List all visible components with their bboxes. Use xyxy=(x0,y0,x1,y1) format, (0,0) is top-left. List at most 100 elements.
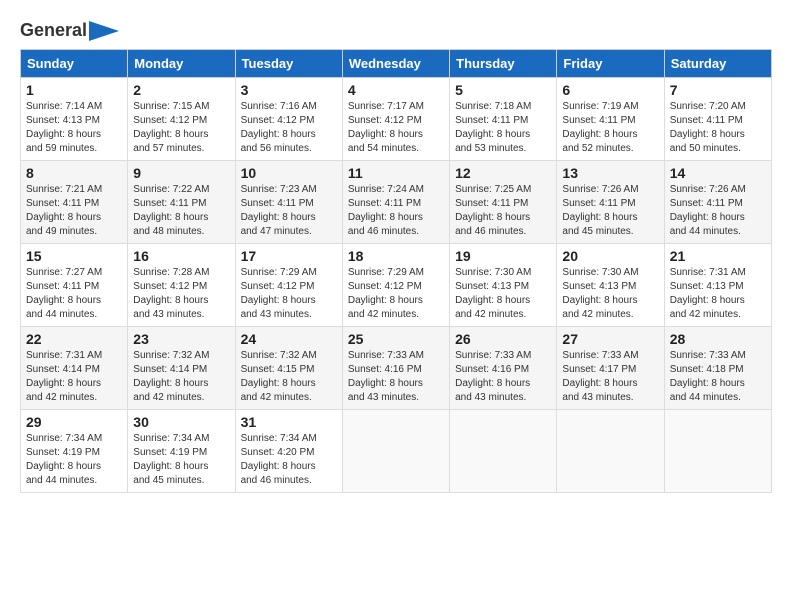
col-header-tuesday: Tuesday xyxy=(235,50,342,78)
calendar-cell: 19 Sunrise: 7:30 AMSunset: 4:13 PMDaylig… xyxy=(450,244,557,327)
day-number: 25 xyxy=(348,331,444,347)
calendar-cell xyxy=(557,410,664,493)
day-number: 30 xyxy=(133,414,229,430)
calendar-cell: 23 Sunrise: 7:32 AMSunset: 4:14 PMDaylig… xyxy=(128,327,235,410)
day-info: Sunrise: 7:33 AMSunset: 4:16 PMDaylight:… xyxy=(348,349,444,405)
day-number: 1 xyxy=(26,82,122,98)
day-number: 2 xyxy=(133,82,229,98)
calendar-cell: 24 Sunrise: 7:32 AMSunset: 4:15 PMDaylig… xyxy=(235,327,342,410)
day-info: Sunrise: 7:19 AMSunset: 4:11 PMDaylight:… xyxy=(562,100,658,156)
day-number: 26 xyxy=(455,331,551,347)
day-info: Sunrise: 7:20 AMSunset: 4:11 PMDaylight:… xyxy=(670,100,766,156)
calendar-cell: 30 Sunrise: 7:34 AMSunset: 4:19 PMDaylig… xyxy=(128,410,235,493)
day-number: 31 xyxy=(241,414,337,430)
day-info: Sunrise: 7:29 AMSunset: 4:12 PMDaylight:… xyxy=(241,266,337,322)
day-number: 3 xyxy=(241,82,337,98)
day-info: Sunrise: 7:18 AMSunset: 4:11 PMDaylight:… xyxy=(455,100,551,156)
calendar-cell xyxy=(342,410,449,493)
day-number: 16 xyxy=(133,248,229,264)
day-info: Sunrise: 7:14 AMSunset: 4:13 PMDaylight:… xyxy=(26,100,122,156)
day-number: 4 xyxy=(348,82,444,98)
calendar-cell: 28 Sunrise: 7:33 AMSunset: 4:18 PMDaylig… xyxy=(664,327,771,410)
day-number: 28 xyxy=(670,331,766,347)
day-number: 13 xyxy=(562,165,658,181)
calendar-cell: 8 Sunrise: 7:21 AMSunset: 4:11 PMDayligh… xyxy=(21,161,128,244)
calendar-week-row: 22 Sunrise: 7:31 AMSunset: 4:14 PMDaylig… xyxy=(21,327,772,410)
calendar-cell: 15 Sunrise: 7:27 AMSunset: 4:11 PMDaylig… xyxy=(21,244,128,327)
day-info: Sunrise: 7:30 AMSunset: 4:13 PMDaylight:… xyxy=(562,266,658,322)
calendar-cell: 21 Sunrise: 7:31 AMSunset: 4:13 PMDaylig… xyxy=(664,244,771,327)
col-header-saturday: Saturday xyxy=(664,50,771,78)
calendar-cell: 5 Sunrise: 7:18 AMSunset: 4:11 PMDayligh… xyxy=(450,78,557,161)
calendar-cell: 1 Sunrise: 7:14 AMSunset: 4:13 PMDayligh… xyxy=(21,78,128,161)
day-info: Sunrise: 7:32 AMSunset: 4:14 PMDaylight:… xyxy=(133,349,229,405)
day-info: Sunrise: 7:30 AMSunset: 4:13 PMDaylight:… xyxy=(455,266,551,322)
calendar-cell: 7 Sunrise: 7:20 AMSunset: 4:11 PMDayligh… xyxy=(664,78,771,161)
logo-arrow-icon xyxy=(89,21,119,41)
day-number: 24 xyxy=(241,331,337,347)
calendar-cell: 4 Sunrise: 7:17 AMSunset: 4:12 PMDayligh… xyxy=(342,78,449,161)
calendar-cell: 14 Sunrise: 7:26 AMSunset: 4:11 PMDaylig… xyxy=(664,161,771,244)
col-header-thursday: Thursday xyxy=(450,50,557,78)
calendar-cell: 18 Sunrise: 7:29 AMSunset: 4:12 PMDaylig… xyxy=(342,244,449,327)
col-header-friday: Friday xyxy=(557,50,664,78)
day-number: 9 xyxy=(133,165,229,181)
header: General xyxy=(20,20,772,41)
day-number: 18 xyxy=(348,248,444,264)
col-header-sunday: Sunday xyxy=(21,50,128,78)
calendar-cell: 12 Sunrise: 7:25 AMSunset: 4:11 PMDaylig… xyxy=(450,161,557,244)
day-info: Sunrise: 7:24 AMSunset: 4:11 PMDaylight:… xyxy=(348,183,444,239)
calendar-week-row: 15 Sunrise: 7:27 AMSunset: 4:11 PMDaylig… xyxy=(21,244,772,327)
day-number: 19 xyxy=(455,248,551,264)
day-info: Sunrise: 7:34 AMSunset: 4:19 PMDaylight:… xyxy=(133,432,229,488)
day-number: 23 xyxy=(133,331,229,347)
calendar-header-row: SundayMondayTuesdayWednesdayThursdayFrid… xyxy=(21,50,772,78)
calendar-cell: 29 Sunrise: 7:34 AMSunset: 4:19 PMDaylig… xyxy=(21,410,128,493)
calendar-cell: 17 Sunrise: 7:29 AMSunset: 4:12 PMDaylig… xyxy=(235,244,342,327)
logo-row: General xyxy=(20,20,119,41)
day-number: 5 xyxy=(455,82,551,98)
page-container: General SundayMondayTuesdayWednesdayThur… xyxy=(20,20,772,493)
day-info: Sunrise: 7:15 AMSunset: 4:12 PMDaylight:… xyxy=(133,100,229,156)
day-number: 27 xyxy=(562,331,658,347)
day-info: Sunrise: 7:28 AMSunset: 4:12 PMDaylight:… xyxy=(133,266,229,322)
day-info: Sunrise: 7:27 AMSunset: 4:11 PMDaylight:… xyxy=(26,266,122,322)
calendar-cell: 22 Sunrise: 7:31 AMSunset: 4:14 PMDaylig… xyxy=(21,327,128,410)
day-number: 8 xyxy=(26,165,122,181)
logo-general: General xyxy=(20,20,87,41)
calendar-cell: 26 Sunrise: 7:33 AMSunset: 4:16 PMDaylig… xyxy=(450,327,557,410)
day-info: Sunrise: 7:32 AMSunset: 4:15 PMDaylight:… xyxy=(241,349,337,405)
calendar-table: SundayMondayTuesdayWednesdayThursdayFrid… xyxy=(20,49,772,493)
day-info: Sunrise: 7:31 AMSunset: 4:13 PMDaylight:… xyxy=(670,266,766,322)
day-info: Sunrise: 7:26 AMSunset: 4:11 PMDaylight:… xyxy=(562,183,658,239)
day-number: 22 xyxy=(26,331,122,347)
calendar-cell: 3 Sunrise: 7:16 AMSunset: 4:12 PMDayligh… xyxy=(235,78,342,161)
calendar-cell: 27 Sunrise: 7:33 AMSunset: 4:17 PMDaylig… xyxy=(557,327,664,410)
col-header-monday: Monday xyxy=(128,50,235,78)
day-number: 14 xyxy=(670,165,766,181)
day-info: Sunrise: 7:16 AMSunset: 4:12 PMDaylight:… xyxy=(241,100,337,156)
day-info: Sunrise: 7:23 AMSunset: 4:11 PMDaylight:… xyxy=(241,183,337,239)
calendar-cell: 10 Sunrise: 7:23 AMSunset: 4:11 PMDaylig… xyxy=(235,161,342,244)
day-number: 12 xyxy=(455,165,551,181)
day-number: 21 xyxy=(670,248,766,264)
calendar-cell: 16 Sunrise: 7:28 AMSunset: 4:12 PMDaylig… xyxy=(128,244,235,327)
calendar-week-row: 8 Sunrise: 7:21 AMSunset: 4:11 PMDayligh… xyxy=(21,161,772,244)
calendar-week-row: 29 Sunrise: 7:34 AMSunset: 4:19 PMDaylig… xyxy=(21,410,772,493)
day-number: 29 xyxy=(26,414,122,430)
day-number: 11 xyxy=(348,165,444,181)
day-info: Sunrise: 7:17 AMSunset: 4:12 PMDaylight:… xyxy=(348,100,444,156)
day-info: Sunrise: 7:33 AMSunset: 4:18 PMDaylight:… xyxy=(670,349,766,405)
calendar-cell: 13 Sunrise: 7:26 AMSunset: 4:11 PMDaylig… xyxy=(557,161,664,244)
calendar-cell xyxy=(450,410,557,493)
calendar-cell: 20 Sunrise: 7:30 AMSunset: 4:13 PMDaylig… xyxy=(557,244,664,327)
day-number: 7 xyxy=(670,82,766,98)
calendar-cell: 11 Sunrise: 7:24 AMSunset: 4:11 PMDaylig… xyxy=(342,161,449,244)
day-info: Sunrise: 7:33 AMSunset: 4:17 PMDaylight:… xyxy=(562,349,658,405)
day-number: 20 xyxy=(562,248,658,264)
day-number: 17 xyxy=(241,248,337,264)
calendar-cell: 31 Sunrise: 7:34 AMSunset: 4:20 PMDaylig… xyxy=(235,410,342,493)
day-info: Sunrise: 7:34 AMSunset: 4:19 PMDaylight:… xyxy=(26,432,122,488)
day-number: 15 xyxy=(26,248,122,264)
day-info: Sunrise: 7:21 AMSunset: 4:11 PMDaylight:… xyxy=(26,183,122,239)
